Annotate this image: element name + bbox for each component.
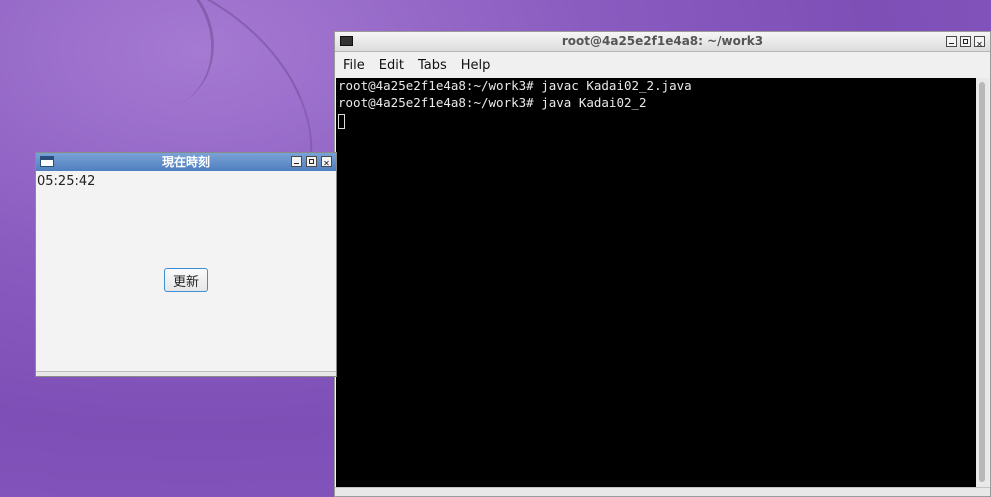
clock-window-controls: [291, 155, 332, 173]
maximize-icon[interactable]: [960, 36, 971, 47]
menu-file[interactable]: File: [343, 58, 371, 73]
update-button[interactable]: 更新: [164, 268, 208, 292]
minimize-icon[interactable]: [946, 36, 957, 47]
clock-window: 現在時刻 05:25:42 更新: [35, 152, 337, 377]
menu-help[interactable]: Help: [461, 58, 497, 73]
terminal-menubar: File Edit Tabs Help: [335, 52, 990, 78]
scrollbar-thumb[interactable]: [979, 82, 985, 482]
window-icon: [40, 156, 54, 167]
clock-titlebar[interactable]: 現在時刻: [36, 153, 336, 173]
terminal-cursor: [338, 114, 345, 129]
close-icon[interactable]: [974, 35, 985, 54]
current-time: 05:25:42: [37, 174, 96, 189]
clock-bottom-border: [36, 371, 336, 376]
close-icon[interactable]: [321, 155, 332, 173]
terminal-line: root@4a25e2f1e4a8:~/work3# javac Kadai02…: [338, 78, 692, 93]
terminal-titlebar[interactable]: root@4a25e2f1e4a8: ~/work3: [335, 32, 990, 54]
minimize-icon[interactable]: [291, 156, 302, 167]
terminal-output[interactable]: root@4a25e2f1e4a8:~/work3# javac Kadai02…: [336, 78, 977, 487]
terminal-window-controls: [946, 35, 985, 54]
terminal-scrollbar[interactable]: [976, 78, 989, 487]
terminal-window: root@4a25e2f1e4a8: ~/work3 File Edit Tab…: [334, 31, 991, 497]
menu-edit[interactable]: Edit: [379, 58, 410, 73]
terminal-title: root@4a25e2f1e4a8: ~/work3: [561, 34, 764, 48]
terminal-bottom-border: [335, 487, 990, 496]
terminal-line: root@4a25e2f1e4a8:~/work3# java Kadai02_…: [338, 94, 647, 110]
clock-title: 現在時刻: [161, 155, 210, 169]
maximize-icon[interactable]: [306, 156, 317, 167]
terminal-icon: [340, 36, 353, 46]
menu-tabs[interactable]: Tabs: [418, 58, 453, 73]
